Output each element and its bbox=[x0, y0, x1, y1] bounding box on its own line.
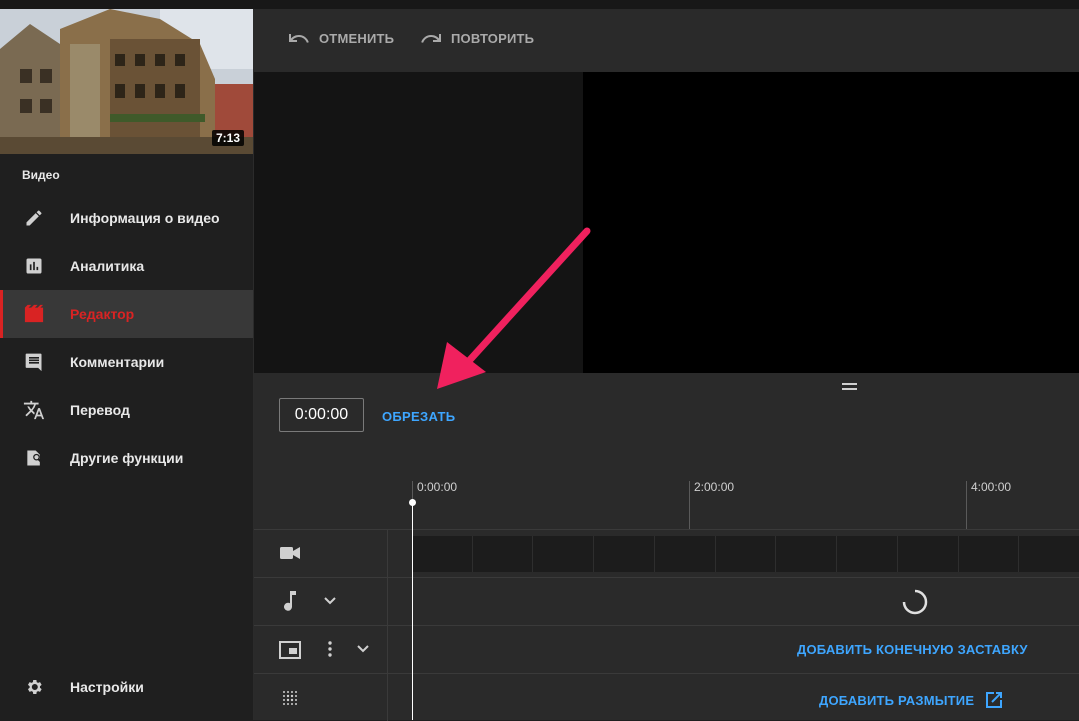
sidebar-nav: Информация о видео Аналитика Редактор Ко… bbox=[0, 194, 253, 482]
add-blur-button[interactable]: ДОБАВИТЬ РАЗМЫТИЕ bbox=[819, 691, 1003, 709]
ruler-tick bbox=[689, 481, 690, 529]
ruler-label: 0:00:00 bbox=[417, 480, 458, 494]
video-filmstrip[interactable] bbox=[412, 536, 1079, 572]
sidebar-item-editor[interactable]: Редактор bbox=[0, 290, 253, 338]
video-player[interactable] bbox=[583, 72, 1079, 373]
blur-track: ДОБАВИТЬ РАЗМЫТИЕ bbox=[254, 673, 1079, 721]
sidebar-item-comments[interactable]: Комментарии bbox=[0, 338, 253, 386]
redo-icon bbox=[421, 33, 441, 43]
editor-clapper-icon bbox=[23, 303, 45, 325]
add-end-screen-button[interactable]: ДОБАВИТЬ КОНЕЧНУЮ ЗАСТАВКУ bbox=[797, 642, 1028, 657]
ruler-label: 4:00:00 bbox=[971, 480, 1012, 494]
chevron-down-icon[interactable] bbox=[324, 597, 336, 605]
video-track bbox=[254, 529, 1079, 577]
video-duration: 7:13 bbox=[211, 130, 244, 146]
comments-icon bbox=[23, 351, 45, 373]
sidebar-item-analytics[interactable]: Аналитика bbox=[0, 242, 253, 290]
sidebar-item-label: Информация о видео bbox=[70, 210, 220, 226]
sidebar-item-label: Другие функции bbox=[70, 450, 184, 466]
sidebar-item-settings[interactable]: Настройки bbox=[0, 663, 253, 711]
pencil-icon bbox=[23, 207, 45, 229]
sidebar-item-video-info[interactable]: Информация о видео bbox=[0, 194, 253, 242]
timecode-field[interactable]: 0:00:00 bbox=[279, 398, 364, 432]
timeline-panel: 0:00:00 ОБРЕЗАТЬ 0:00:00 2:00:00 4:00:00 bbox=[254, 373, 1079, 721]
panel-resize-handle[interactable] bbox=[842, 383, 857, 390]
music-note-icon bbox=[284, 591, 296, 611]
gear-icon bbox=[23, 676, 45, 698]
analytics-icon bbox=[23, 255, 45, 277]
more-options-icon[interactable] bbox=[328, 640, 332, 658]
end-screen-track: ДОБАВИТЬ КОНЕЧНУЮ ЗАСТАВКУ bbox=[254, 625, 1079, 673]
sidebar-item-other-features[interactable]: Другие функции bbox=[0, 434, 253, 482]
trim-button[interactable]: ОБРЕЗАТЬ bbox=[382, 409, 455, 424]
top-strip bbox=[0, 0, 1079, 9]
undo-icon bbox=[289, 33, 309, 43]
chevron-down-icon[interactable] bbox=[357, 645, 369, 653]
blur-icon bbox=[283, 691, 297, 705]
ruler-label: 2:00:00 bbox=[694, 480, 735, 494]
video-thumbnail[interactable]: 7:13 bbox=[0, 9, 253, 154]
editor-toolbar: ОТМЕНИТЬ ПОВТОРИТЬ bbox=[254, 9, 1079, 72]
sidebar-item-label: Аналитика bbox=[70, 258, 145, 274]
add-end-screen-label: ДОБАВИТЬ КОНЕЧНУЮ ЗАСТАВКУ bbox=[797, 642, 1028, 657]
section-label: Видео bbox=[22, 168, 60, 182]
other-features-icon bbox=[23, 447, 45, 469]
sidebar-item-label: Перевод bbox=[70, 402, 130, 418]
sidebar-item-label: Настройки bbox=[70, 679, 144, 695]
ruler-tick bbox=[966, 481, 967, 529]
undo-label: ОТМЕНИТЬ bbox=[319, 31, 395, 46]
sidebar-item-label: Комментарии bbox=[70, 354, 165, 370]
video-camera-icon bbox=[280, 547, 300, 559]
redo-label: ПОВТОРИТЬ bbox=[451, 31, 535, 46]
preview-area bbox=[254, 72, 1079, 373]
end-screen-icon bbox=[279, 641, 301, 659]
add-blur-label: ДОБАВИТЬ РАЗМЫТИЕ bbox=[819, 692, 975, 708]
playhead-line bbox=[412, 502, 413, 720]
undo-button[interactable]: ОТМЕНИТЬ bbox=[288, 31, 394, 46]
audio-track bbox=[254, 577, 1079, 625]
redo-button[interactable]: ПОВТОРИТЬ bbox=[420, 31, 534, 46]
sidebar: 7:13 Видео Информация о видео Аналитика … bbox=[0, 9, 253, 720]
translate-icon bbox=[23, 399, 45, 421]
external-link-icon bbox=[986, 692, 1003, 708]
sidebar-item-label: Редактор bbox=[70, 306, 135, 322]
editor-main: ОТМЕНИТЬ ПОВТОРИТЬ 0:00:00 ОБРЕЗАТЬ 0:00… bbox=[253, 9, 1079, 721]
sidebar-item-translation[interactable]: Перевод bbox=[0, 386, 253, 434]
loading-spinner-icon bbox=[902, 589, 928, 615]
